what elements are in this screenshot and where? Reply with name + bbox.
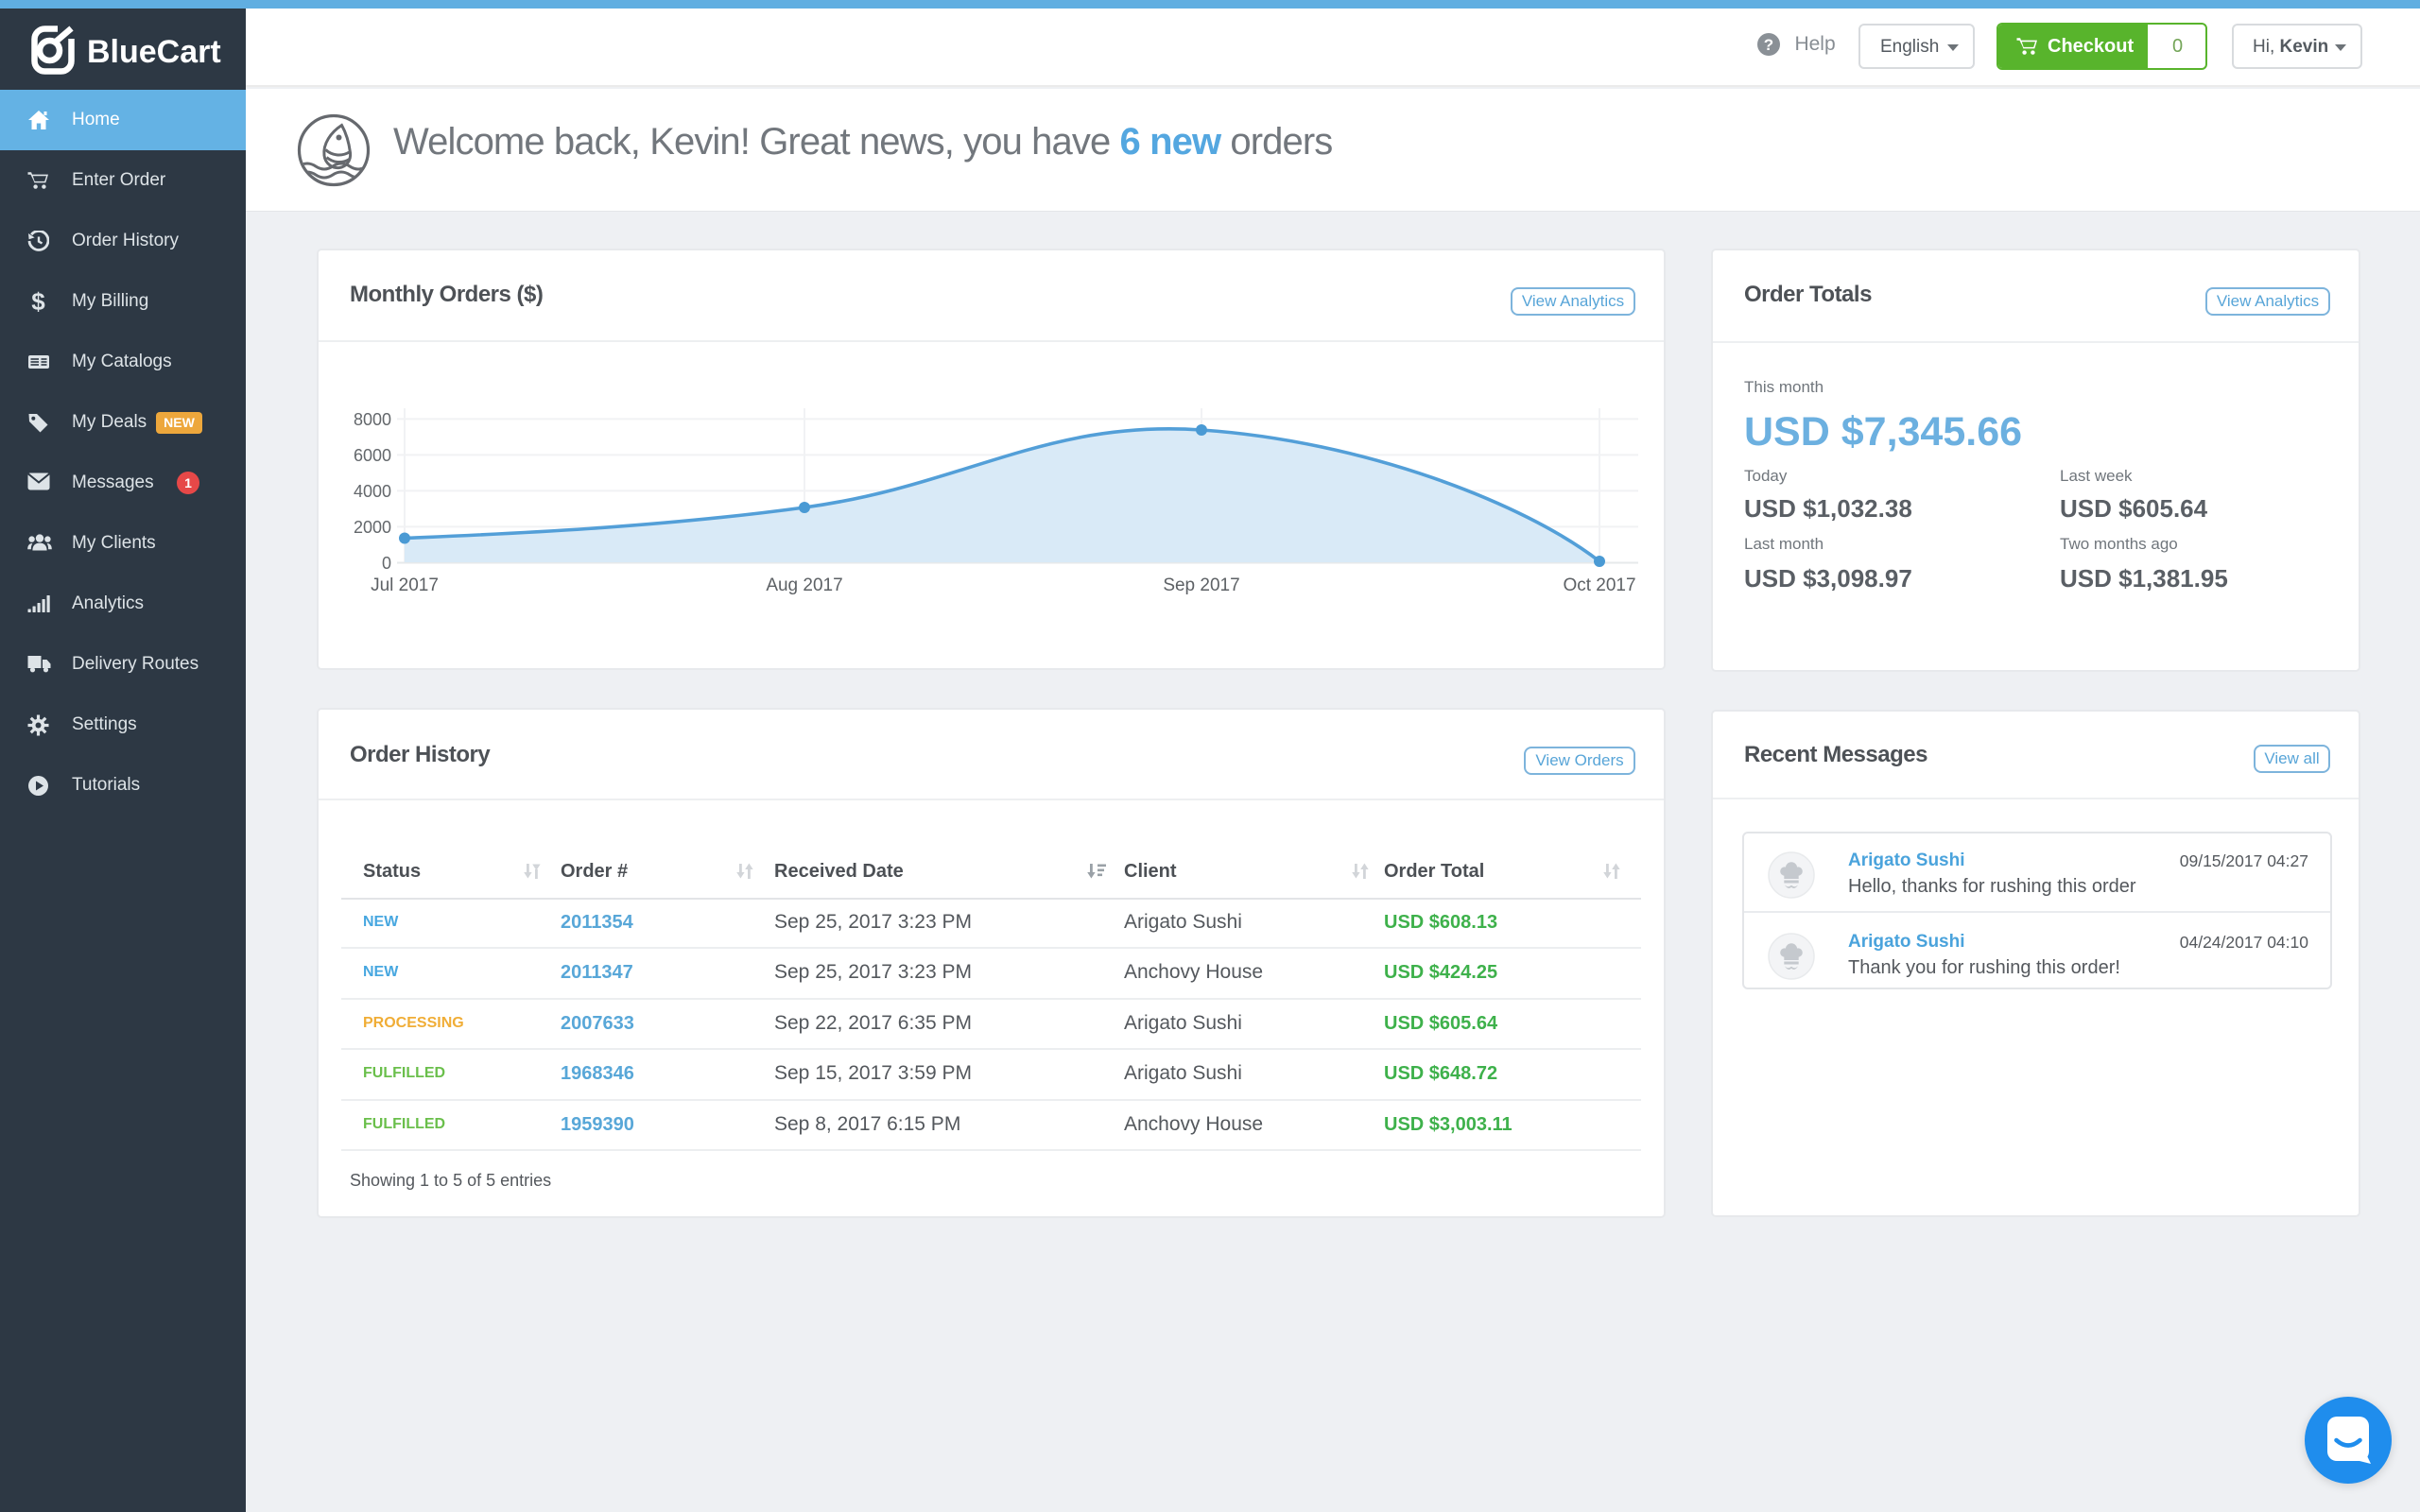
svg-text:Sep 2017: Sep 2017 [1163,576,1239,595]
svg-text:Jul 2017: Jul 2017 [371,576,439,595]
svg-text:0: 0 [382,554,391,573]
svg-text:2000: 2000 [354,518,391,537]
svg-text:?: ? [1764,36,1773,54]
svg-text:6000: 6000 [354,446,391,465]
svg-text:4000: 4000 [354,482,391,501]
svg-text:Oct 2017: Oct 2017 [1563,576,1635,595]
svg-text:$: $ [31,291,45,314]
svg-text:Aug 2017: Aug 2017 [766,576,842,595]
svg-text:8000: 8000 [354,410,391,429]
